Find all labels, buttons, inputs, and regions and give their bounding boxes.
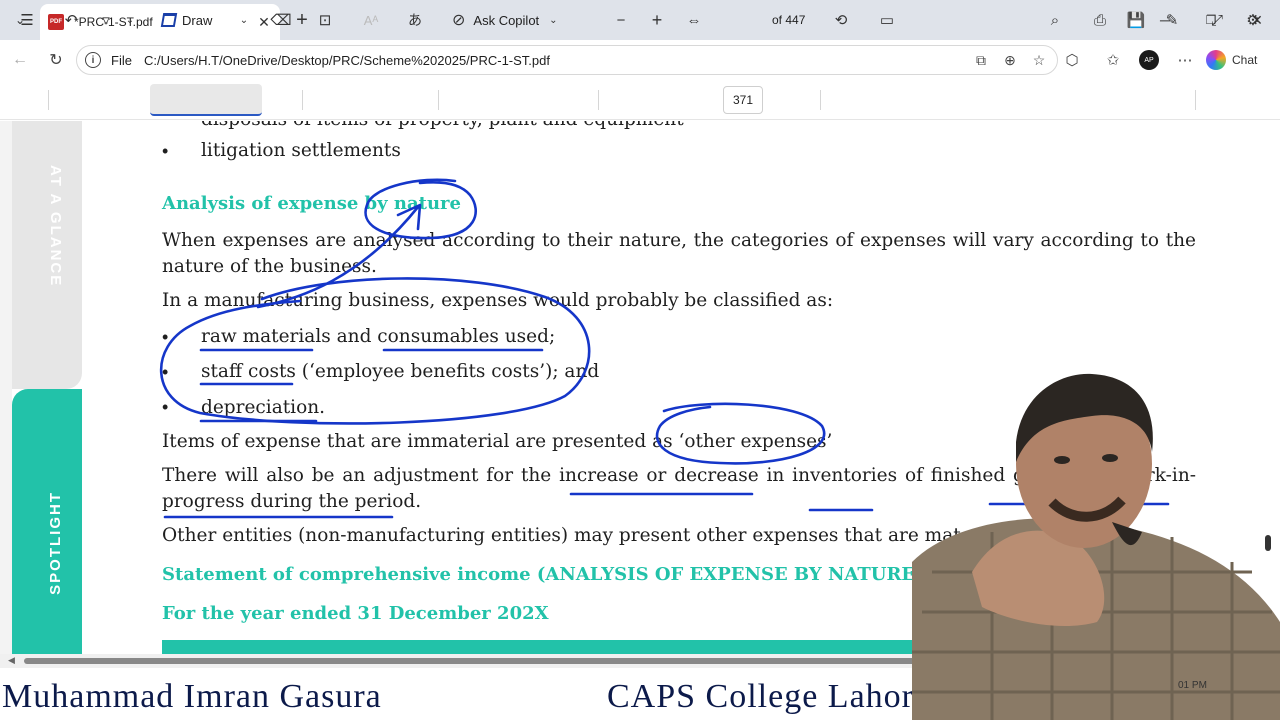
zoom-out-icon[interactable]: − bbox=[610, 9, 632, 31]
favorite-star-icon[interactable]: ☆ bbox=[1029, 50, 1049, 70]
draw-tool[interactable]: Draw bbox=[160, 9, 213, 31]
bullet-staff-costs: staff costs (‘employee benefits costs’);… bbox=[201, 361, 600, 382]
spotlight-label: SPOTLIGHT bbox=[47, 491, 64, 595]
text-box-icon[interactable]: ⊡ bbox=[314, 9, 336, 31]
profile-avatar[interactable]: AP bbox=[1139, 50, 1159, 70]
bullet-raw-materials: raw materials and consumables used; bbox=[201, 326, 556, 347]
copilot-logo-icon bbox=[1206, 50, 1226, 70]
toolbar-divider bbox=[302, 90, 303, 110]
draw-label: Draw bbox=[182, 12, 213, 28]
bullet-dot: • bbox=[162, 141, 169, 161]
fullscreen-icon[interactable]: ⤢ bbox=[1206, 9, 1228, 31]
translate-icon[interactable]: あ bbox=[404, 9, 426, 31]
more-menu-icon[interactable]: ⋯ bbox=[1175, 50, 1195, 70]
toolbar-divider bbox=[598, 90, 599, 110]
search-icon[interactable]: ⌕ bbox=[1044, 9, 1066, 31]
back-arrow-icon[interactable]: ← bbox=[8, 48, 32, 72]
paragraph-5: Other entities (non-manufacturing entiti… bbox=[162, 525, 1004, 546]
draw-button[interactable] bbox=[150, 84, 262, 116]
chat-label: Chat bbox=[1232, 53, 1258, 67]
paragraph-2: In a manufacturing business, expenses wo… bbox=[162, 290, 834, 311]
heading-analysis: Analysis of expense by nature bbox=[162, 193, 461, 214]
extensions-puzzle-icon[interactable]: ⬡ bbox=[1062, 50, 1082, 70]
print-icon[interactable]: ⎙ bbox=[1089, 9, 1111, 31]
toolbar-divider bbox=[438, 90, 439, 110]
immersive-reader-icon[interactable]: ⧉ bbox=[971, 50, 991, 70]
bullet-dot: • bbox=[162, 362, 169, 382]
draw-pen-icon bbox=[160, 13, 178, 27]
bullet-dot: • bbox=[162, 397, 169, 417]
table-of-contents-icon[interactable]: ☰ bbox=[16, 9, 38, 31]
ask-copilot-label: Ask Copilot bbox=[473, 12, 540, 28]
settings-gear-icon[interactable]: ⚙ bbox=[1242, 9, 1264, 31]
page-view-icon[interactable]: ▭ bbox=[876, 9, 898, 31]
save-as-icon[interactable]: ✎ bbox=[1161, 9, 1183, 31]
paragraph-4-line-2: progress during the period. bbox=[162, 491, 422, 512]
highlight-icon[interactable]: ▿ bbox=[95, 9, 117, 31]
heading-statement: Statement of comprehensive income (ANALY… bbox=[162, 564, 924, 585]
presenter-webcam bbox=[912, 372, 1280, 720]
toolbar-divider bbox=[48, 90, 49, 110]
clock-text: 01 PM bbox=[1178, 680, 1207, 691]
bullet-depreciation: depreciation. bbox=[201, 397, 326, 418]
page-number-input[interactable]: 371 bbox=[723, 86, 763, 114]
college-name: CAPS College Lahore bbox=[607, 678, 931, 715]
rotate-icon[interactable]: ⟲ bbox=[830, 9, 852, 31]
address-row: ← ↻ i File C:/Users/H.T/OneDrive/Desktop… bbox=[0, 40, 1280, 80]
zoom-icon[interactable]: ⊕ bbox=[1000, 50, 1020, 70]
copilot-chevron-icon: ⌄ bbox=[549, 14, 558, 26]
eraser-icon[interactable]: ⌫ bbox=[270, 9, 292, 31]
undo-icon[interactable]: ↶ bbox=[60, 9, 82, 31]
ask-copilot-button[interactable]: ⊘ Ask Copilot ⌄ bbox=[452, 9, 558, 31]
presenter-figure bbox=[912, 373, 1280, 720]
refresh-icon[interactable]: ↻ bbox=[44, 48, 68, 72]
paragraph-3: Items of expense that are immaterial are… bbox=[162, 431, 833, 452]
bullet-litigation: litigation settlements bbox=[201, 140, 401, 161]
left-gutter bbox=[0, 121, 12, 654]
new-tab-plus-icon[interactable]: + bbox=[290, 8, 314, 32]
at-a-glance-label: AT A GLANCE bbox=[47, 165, 64, 288]
url-text[interactable]: C:/Users/H.T/OneDrive/Desktop/PRC/Scheme… bbox=[144, 53, 962, 68]
address-bar[interactable]: i File C:/Users/H.T/OneDrive/Desktop/PRC… bbox=[76, 45, 1058, 75]
cut-off-line: disposals of items of property, plant an… bbox=[201, 121, 684, 130]
text-size-icon[interactable]: Aᴬ bbox=[360, 9, 382, 31]
bullet-dot: • bbox=[162, 327, 169, 347]
file-scheme-label: File bbox=[111, 52, 132, 68]
save-icon[interactable]: 💾 bbox=[1125, 9, 1147, 31]
toolbar-divider bbox=[820, 90, 821, 110]
paragraph-1-line-2: nature of the business. bbox=[162, 256, 377, 277]
scroll-left-arrow-icon[interactable]: ◀ bbox=[8, 655, 15, 666]
zoom-in-icon[interactable]: + bbox=[646, 9, 668, 31]
toolbar-divider bbox=[1195, 90, 1196, 110]
highlight-chevron-icon[interactable]: ⌄ bbox=[122, 9, 138, 31]
horizontal-scroll-thumb[interactable] bbox=[24, 658, 1024, 664]
favorites-icon[interactable]: ✩ bbox=[1103, 50, 1123, 70]
copilot-chat-button[interactable]: Chat bbox=[1206, 47, 1257, 73]
copilot-icon: ⊘ bbox=[452, 12, 466, 29]
info-icon[interactable]: i bbox=[85, 52, 101, 68]
page-total-label: of 447 bbox=[772, 13, 806, 27]
presenter-name: Muhammad Imran Gasura bbox=[2, 678, 382, 715]
fit-to-width-icon[interactable]: ⇔ bbox=[683, 9, 705, 31]
draw-chevron-icon[interactable]: ⌄ bbox=[236, 9, 252, 31]
heading-year: For the year ended 31 December 202X bbox=[162, 603, 549, 624]
paragraph-1-line-1: When expenses are analysed according to … bbox=[162, 230, 1196, 251]
